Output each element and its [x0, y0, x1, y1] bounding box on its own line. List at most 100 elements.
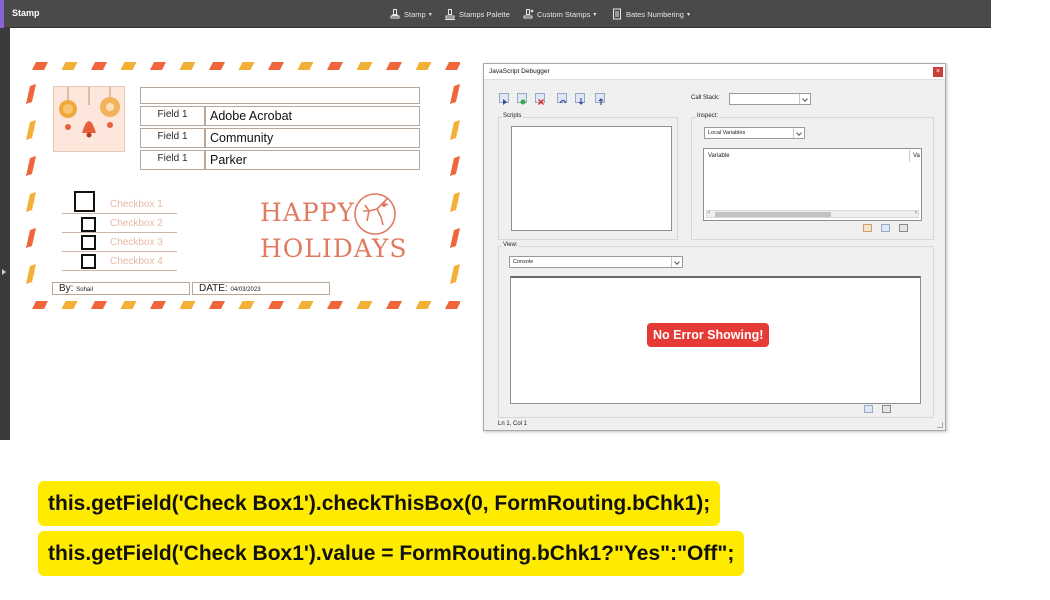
by-field-content: By: Sohail [59, 283, 93, 294]
border-stripe [238, 62, 255, 70]
view-select[interactable]: Console [509, 256, 683, 268]
chevron-down-icon: ▾ [593, 11, 597, 18]
inspect-label: Inspect: [696, 113, 720, 119]
scroll-left-icon[interactable]: ‹ [708, 210, 710, 216]
chevron-down-icon: ▾ [428, 11, 432, 18]
checkbox-2[interactable] [81, 217, 96, 232]
expand-panel-icon[interactable] [2, 269, 6, 275]
delete-icon[interactable] [899, 224, 908, 232]
value-column-header: Va [913, 153, 920, 159]
border-stripe [415, 62, 432, 70]
airmail-border-top [32, 62, 460, 70]
checkbox-4[interactable] [81, 254, 96, 269]
inspect-select[interactable]: Local Variables [704, 127, 805, 139]
checkbox-label: Checkbox 1 [110, 199, 163, 210]
border-stripe [327, 301, 343, 309]
border-stripe [209, 301, 225, 309]
stamp-menu-label: Stamp [404, 9, 426, 19]
stamps-palette-button[interactable]: Stamps Palette [444, 7, 510, 21]
checkbox-underline [62, 270, 177, 271]
airmail-border-right [450, 84, 460, 284]
call-stack-label: Call Stack: [691, 95, 720, 101]
scripts-label: Scripts [502, 113, 523, 119]
border-stripe [386, 301, 402, 309]
step-out-button[interactable] [595, 93, 605, 105]
border-stripe [26, 156, 36, 176]
border-stripe [356, 62, 373, 70]
red-x-icon [538, 99, 544, 105]
step-over-button[interactable] [557, 93, 567, 104]
border-stripe [415, 301, 432, 309]
border-stripe [91, 62, 107, 70]
border-stripe [450, 228, 460, 248]
border-stripe [268, 301, 284, 309]
clear-console-icon[interactable] [864, 405, 873, 413]
border-stripe [32, 62, 48, 70]
toolbar-accent [0, 0, 4, 28]
delete-console-icon[interactable] [882, 405, 891, 413]
stamp-menu-button[interactable]: Stamp ▾ [389, 7, 432, 21]
by-field[interactable]: By: Sohail [52, 282, 190, 295]
date-value: 04/03/2023 [230, 287, 261, 293]
chevron-down-icon [799, 94, 810, 104]
field-label: Field 1 [157, 153, 188, 164]
date-field[interactable]: DATE: 04/03/2023 [192, 282, 330, 295]
variables-table[interactable]: Variable Va ‹ › [703, 148, 922, 221]
quit-button[interactable] [535, 93, 545, 105]
greeting-line-2: HOLIDAYS [260, 234, 408, 263]
ornament-stamp-image [53, 86, 125, 152]
border-stripe [238, 301, 255, 309]
stamps-palette-icon [445, 9, 455, 20]
border-stripe [179, 301, 196, 309]
by-label: By: [59, 283, 74, 294]
close-icon[interactable]: × [933, 67, 943, 77]
edit-variable-icon[interactable] [863, 224, 872, 232]
stamp-icon [390, 9, 400, 19]
step-over-icon [559, 99, 567, 104]
checkbox-label: Checkbox 3 [110, 237, 163, 248]
border-stripe [297, 62, 314, 70]
custom-stamps-button[interactable]: Custom Stamps ▾ [522, 7, 596, 21]
border-stripe [61, 301, 78, 309]
debugger-title: JavaScript Debugger [489, 68, 550, 75]
border-stripe [386, 62, 402, 70]
view-select-value: Console [513, 259, 534, 265]
step-into-button[interactable] [575, 93, 585, 105]
border-stripe [26, 84, 36, 104]
border-stripe [61, 62, 78, 70]
watch-icon[interactable] [881, 224, 890, 232]
border-stripe [150, 62, 166, 70]
border-stripe [120, 301, 137, 309]
border-stripe [450, 84, 460, 104]
greeting-line-1: HAPPY [260, 198, 356, 227]
chevron-down-icon: ▾ [686, 11, 690, 18]
javascript-debugger-window: JavaScript Debugger × Call Stack: Script… [483, 63, 946, 431]
step-out-icon [598, 98, 604, 105]
horizontal-scrollbar[interactable]: ‹ › [706, 210, 919, 218]
resume-button[interactable] [499, 93, 509, 105]
field-value: Adobe Acrobat [210, 109, 293, 123]
scrollbar-thumb[interactable] [715, 212, 831, 217]
border-stripe [26, 120, 36, 140]
scroll-right-icon[interactable]: › [915, 210, 917, 216]
border-stripe [450, 192, 460, 212]
resize-grip-icon[interactable] [937, 422, 943, 428]
scripts-list[interactable] [511, 126, 672, 231]
border-stripe [268, 62, 284, 70]
border-stripe [450, 264, 460, 284]
checkbox-3[interactable] [81, 235, 96, 250]
border-stripe [91, 301, 107, 309]
error-annotation-badge: No Error Showing! [647, 323, 770, 347]
bates-numbering-button[interactable]: Bates Numbering ▾ [611, 7, 690, 21]
border-stripe [445, 62, 460, 70]
toolbar-title: Stamp [12, 8, 40, 18]
green-dot-icon [520, 99, 526, 105]
inspect-select-value: Local Variables [708, 130, 746, 136]
call-stack-select[interactable] [729, 93, 811, 105]
border-stripe [450, 120, 460, 140]
checkbox-1[interactable] [74, 191, 95, 212]
interrupt-button[interactable] [517, 93, 527, 105]
debugger-titlebar[interactable]: JavaScript Debugger × [484, 64, 945, 80]
border-stripe [209, 62, 225, 70]
field-header-row[interactable] [140, 87, 420, 104]
